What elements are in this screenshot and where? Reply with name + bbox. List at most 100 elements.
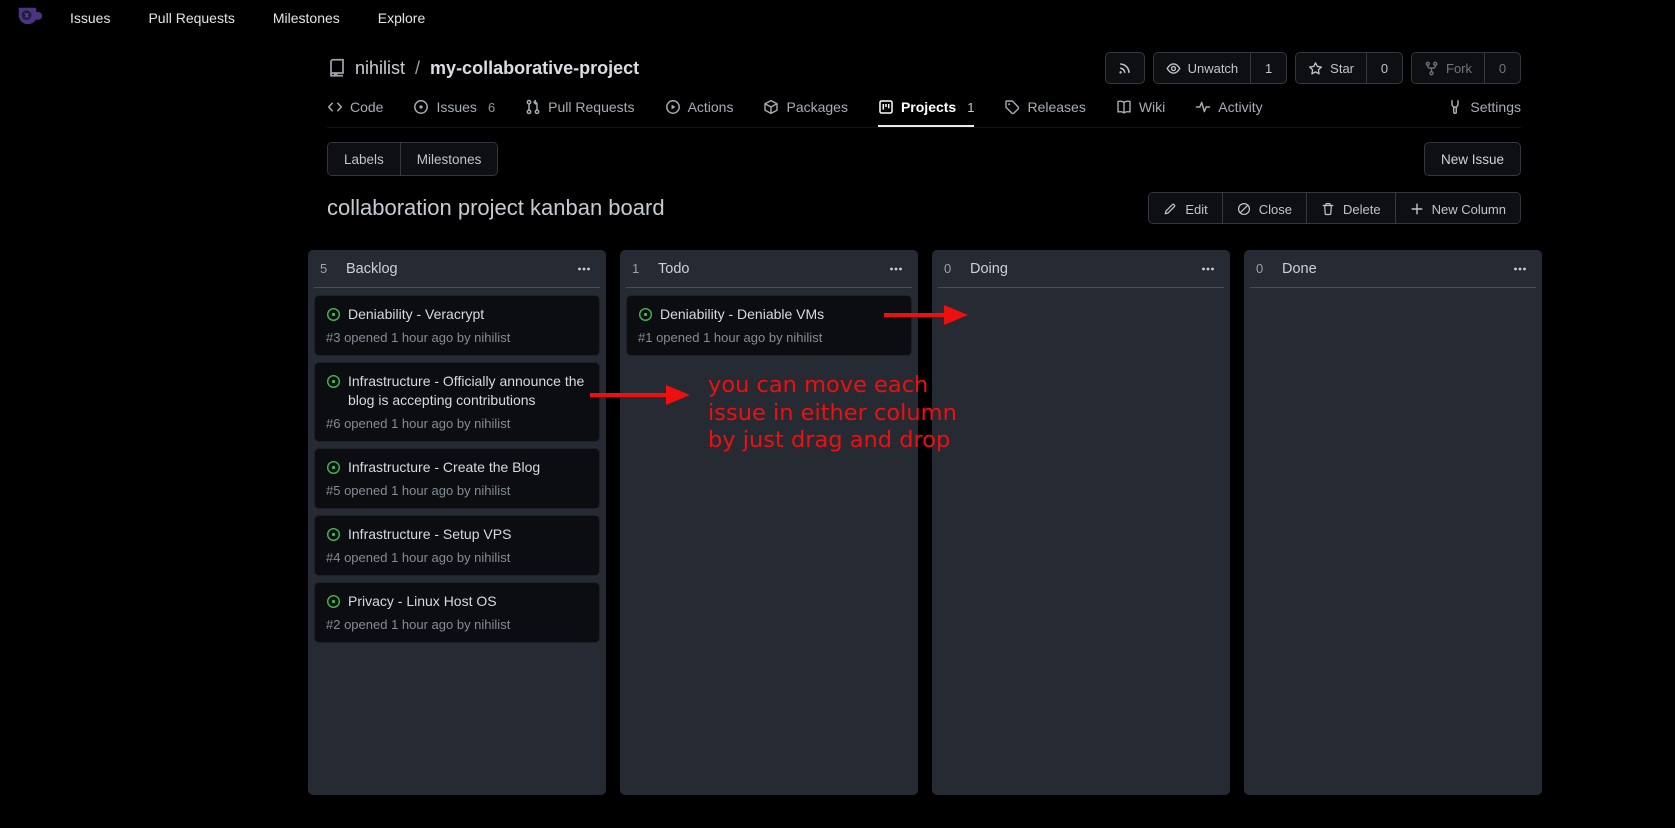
star-button[interactable]: Star xyxy=(1296,53,1366,83)
nav-pull-requests[interactable]: Pull Requests xyxy=(148,10,234,26)
repo-path-separator: / xyxy=(415,58,420,79)
column-header: 0 Done xyxy=(1250,250,1536,288)
issue-card[interactable]: Infrastructure - Create the Blog #5 open… xyxy=(314,448,600,509)
issue-title: Deniability - Deniable VMs xyxy=(660,305,824,324)
new-column-button[interactable]: New Column xyxy=(1395,193,1520,224)
column-header: 0 Doing xyxy=(938,250,1224,288)
tab-label: Actions xyxy=(688,99,734,115)
tab-label: Settings xyxy=(1470,99,1521,115)
repo-header: nihilist / my-collaborative-project xyxy=(327,52,1521,84)
tab-settings[interactable]: Settings xyxy=(1447,99,1521,127)
column-menu-icon[interactable] xyxy=(886,259,906,279)
issue-title: Privacy - Linux Host OS xyxy=(348,592,497,611)
issue-card[interactable]: Privacy - Linux Host OS #2 opened 1 hour… xyxy=(314,582,600,643)
issue-open-icon xyxy=(326,374,341,410)
kanban-column-backlog: 5 Backlog xyxy=(308,250,606,795)
issue-card[interactable]: Deniability - Veracrypt #3 opened 1 hour… xyxy=(314,295,600,356)
fork-icon xyxy=(1424,61,1439,76)
tab-releases[interactable]: Releases xyxy=(1004,99,1085,127)
tab-wiki[interactable]: Wiki xyxy=(1116,99,1165,127)
column-title: Todo xyxy=(658,261,886,277)
tab-projects[interactable]: Projects 1 xyxy=(878,99,974,127)
eye-icon xyxy=(1166,61,1181,76)
edit-label: Edit xyxy=(1185,202,1207,217)
tab-packages[interactable]: Packages xyxy=(763,99,847,127)
labels-button[interactable]: Labels xyxy=(328,143,400,175)
pencil-icon xyxy=(1163,202,1177,216)
repo-name-link[interactable]: my-collaborative-project xyxy=(430,58,639,79)
wrench-icon xyxy=(1447,99,1463,115)
star-control: Star 0 xyxy=(1295,52,1403,84)
column-menu-icon[interactable] xyxy=(574,259,594,279)
column-header: 5 Backlog xyxy=(314,250,600,288)
watch-count[interactable]: 1 xyxy=(1250,53,1286,83)
tab-label: Packages xyxy=(786,99,847,115)
delete-board-button[interactable]: Delete xyxy=(1306,193,1395,224)
top-navbar: Issues Pull Requests Milestones Explore xyxy=(0,0,1675,36)
tab-activity[interactable]: Activity xyxy=(1195,99,1262,127)
labels-milestones-group: Labels Milestones xyxy=(327,142,498,176)
delete-label: Delete xyxy=(1343,202,1381,217)
board-actions: Edit Close xyxy=(1148,192,1521,224)
issue-title: Infrastructure - Setup VPS xyxy=(348,525,511,544)
repo-actions: Unwatch 1 Star 0 xyxy=(1105,52,1521,84)
app-logo-icon[interactable] xyxy=(12,4,44,32)
nav-milestones[interactable]: Milestones xyxy=(273,10,340,26)
close-board-button[interactable]: Close xyxy=(1222,193,1306,224)
kanban-column-doing: 0 Doing xyxy=(932,250,1230,795)
issue-card[interactable]: Deniability - Deniable VMs #1 opened 1 h… xyxy=(626,295,912,356)
repo-owner-link[interactable]: nihilist xyxy=(355,58,405,79)
column-menu-icon[interactable] xyxy=(1510,259,1530,279)
issue-meta: #6 opened 1 hour ago by nihilist xyxy=(326,415,588,432)
tab-actions[interactable]: Actions xyxy=(665,99,734,127)
watch-control: Unwatch 1 xyxy=(1153,52,1288,84)
tab-code[interactable]: Code xyxy=(327,99,383,127)
rss-button[interactable] xyxy=(1105,52,1145,84)
new-issue-button[interactable]: New Issue xyxy=(1424,142,1521,176)
git-pull-request-icon xyxy=(525,99,541,115)
fork-control: Fork 0 xyxy=(1411,52,1521,84)
page: Issues Pull Requests Milestones Explore … xyxy=(0,0,1675,828)
fork-count[interactable]: 0 xyxy=(1484,53,1520,83)
unwatch-label: Unwatch xyxy=(1188,61,1239,76)
issue-card[interactable]: Infrastructure - Setup VPS #4 opened 1 h… xyxy=(314,515,600,576)
tab-label: Projects xyxy=(901,99,956,115)
issue-open-icon xyxy=(326,460,341,477)
top-nav-links: Issues Pull Requests Milestones Explore xyxy=(70,10,425,26)
fork-label: Fork xyxy=(1446,61,1472,76)
issue-card[interactable]: Infrastructure - Officially announce the… xyxy=(314,362,600,442)
tab-count: 6 xyxy=(488,100,495,115)
nav-explore[interactable]: Explore xyxy=(378,10,425,26)
column-cards: Deniability - Deniable VMs #1 opened 1 h… xyxy=(626,288,912,356)
star-count[interactable]: 0 xyxy=(1366,53,1402,83)
column-cards xyxy=(1250,288,1536,295)
trash-icon xyxy=(1321,202,1335,216)
milestones-button[interactable]: Milestones xyxy=(400,143,498,175)
issue-meta: #1 opened 1 hour ago by nihilist xyxy=(638,329,900,346)
rss-icon xyxy=(1118,61,1132,75)
tab-pull-requests[interactable]: Pull Requests xyxy=(525,99,634,127)
column-count: 0 xyxy=(1256,261,1282,276)
package-icon xyxy=(763,99,779,115)
nav-issues[interactable]: Issues xyxy=(70,10,110,26)
slash-circle-icon xyxy=(1237,202,1251,216)
issue-title: Deniability - Veracrypt xyxy=(348,305,484,324)
kanban-board: 5 Backlog xyxy=(308,250,1521,795)
board-header: collaboration project kanban board Edit xyxy=(327,192,1521,224)
edit-board-button[interactable]: Edit xyxy=(1149,193,1221,224)
issue-meta: #4 opened 1 hour ago by nihilist xyxy=(326,549,588,566)
tab-issues[interactable]: Issues 6 xyxy=(413,99,495,127)
issue-open-icon xyxy=(326,527,341,544)
star-icon xyxy=(1308,61,1323,76)
pulse-icon xyxy=(1195,99,1211,115)
column-title: Backlog xyxy=(346,261,574,277)
column-menu-icon[interactable] xyxy=(1198,259,1218,279)
tab-label: Activity xyxy=(1218,99,1262,115)
column-count: 0 xyxy=(944,261,970,276)
unwatch-button[interactable]: Unwatch xyxy=(1154,53,1251,83)
column-title: Doing xyxy=(970,261,1198,277)
issue-meta: #5 opened 1 hour ago by nihilist xyxy=(326,482,588,499)
fork-button[interactable]: Fork xyxy=(1412,53,1484,83)
star-label: Star xyxy=(1330,61,1354,76)
close-label: Close xyxy=(1259,202,1292,217)
